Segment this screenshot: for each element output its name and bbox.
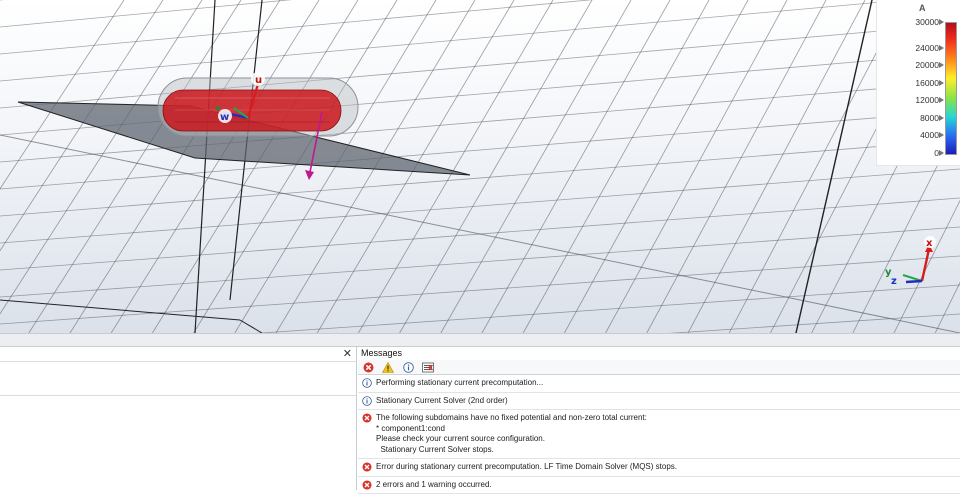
bounding-box-edge [0,300,240,320]
message-text: Stationary Current Solver stops. [376,445,956,456]
grid-line [111,0,319,333]
grid-line [0,256,960,324]
working-plane-grid [0,0,960,333]
legend-tick-marker [939,132,944,138]
grid-line [0,0,202,333]
grid-line [0,169,960,243]
3d-viewport[interactable]: u w v x y z A 30000 24000 20000 16000 12000 8… [0,0,960,333]
message-item-error[interactable]: 2 errors and 1 warning occurred. [358,477,960,494]
grid-line [688,0,865,333]
error-icon [362,480,372,490]
grid-line [0,24,960,108]
message-item-info[interactable]: Performing stationary current precomputa… [358,375,960,393]
legend-tick-marker [939,62,944,68]
legend-tick-label: 16000 [883,78,939,88]
legend-tick-label: 30000 [883,17,939,27]
legend-tick-label: 24000 [883,43,939,53]
info-filter-icon[interactable] [402,361,414,373]
bounding-box-edge [195,0,215,333]
grid-line [0,285,960,333]
grid-line [0,0,163,333]
close-panel-button[interactable]: ✕ [343,347,352,361]
message-text: * component1:cond [376,424,956,435]
info-icon [362,396,372,406]
legend-tick-marker [939,97,944,103]
legend-tick-marker [939,150,944,156]
grid-line [441,0,631,333]
left-dock-panel: ✕ [0,347,357,490]
x-axis-label: x [926,238,933,249]
w-axis-label: w [220,112,229,123]
message-text: 2 errors and 1 warning occurred. [376,480,956,491]
z-axis-label: z [891,276,897,287]
message-text: Performing stationary current precomputa… [376,378,956,389]
color-scale-legend: A 30000 24000 20000 16000 12000 8000 4000 0 [876,0,960,166]
left-panel-row [0,362,356,396]
message-item-info[interactable]: Stationary Current Solver (2nd order) [358,393,960,411]
left-panel-header: ✕ [0,347,356,362]
legend-tick-label: 20000 [883,60,939,70]
info-icon [362,378,372,388]
legend-tick-marker [939,80,944,86]
grid-line [523,0,709,333]
message-item-error[interactable]: The following subdomains have no fixed p… [358,410,960,459]
legend-tick-marker [939,19,944,25]
legend-color-bar [945,22,957,155]
legend-unit: A [919,3,926,13]
grid-line [0,227,960,297]
grid-line [647,0,826,333]
legend-tick-label: 0 [883,148,939,158]
bounding-box-edge [240,320,262,333]
messages-title: Messages [358,347,960,360]
v-axis-label: v [215,104,221,114]
grid-line [564,0,748,333]
message-text: Stationary Current Solver (2nd order) [376,396,956,407]
grid-line [0,0,960,27]
grid-line [0,135,960,333]
grid-line [0,314,960,333]
error-filter-icon[interactable] [362,361,374,373]
legend-tick-label: 8000 [883,113,939,123]
grid-line [0,0,124,333]
scene-canvas[interactable]: u w v x y z [0,0,960,333]
legend-tick-marker [939,115,944,121]
legend-tick-label: 12000 [883,95,939,105]
panel-splitter[interactable] [0,333,960,347]
messages-toolbar [358,360,960,375]
error-icon [362,462,372,472]
legend-tick-label: 4000 [883,130,939,140]
global-axes-triad: x y z [885,236,936,287]
message-text: Please check your current source configu… [376,434,956,445]
grid-line [0,140,960,216]
grid-line [29,0,241,333]
grid-line [70,0,280,333]
messages-list: Performing stationary current precomputa… [358,375,960,494]
message-item-error[interactable]: Error during stationary current precompu… [358,459,960,477]
grid-line [606,0,787,333]
clear-list-icon[interactable] [422,361,434,373]
error-icon [362,413,372,423]
message-text: The following subdomains have no fixed p… [376,413,956,424]
message-text: Error during stationary current precompu… [376,462,956,473]
conductor-cylinder[interactable] [163,90,341,131]
bounding-box-edge [796,0,872,333]
warning-filter-icon[interactable] [382,361,394,373]
messages-panel: Messages Performing stationary current p… [358,347,960,490]
legend-tick-marker [939,45,944,51]
u-axis-label: u [255,75,262,86]
